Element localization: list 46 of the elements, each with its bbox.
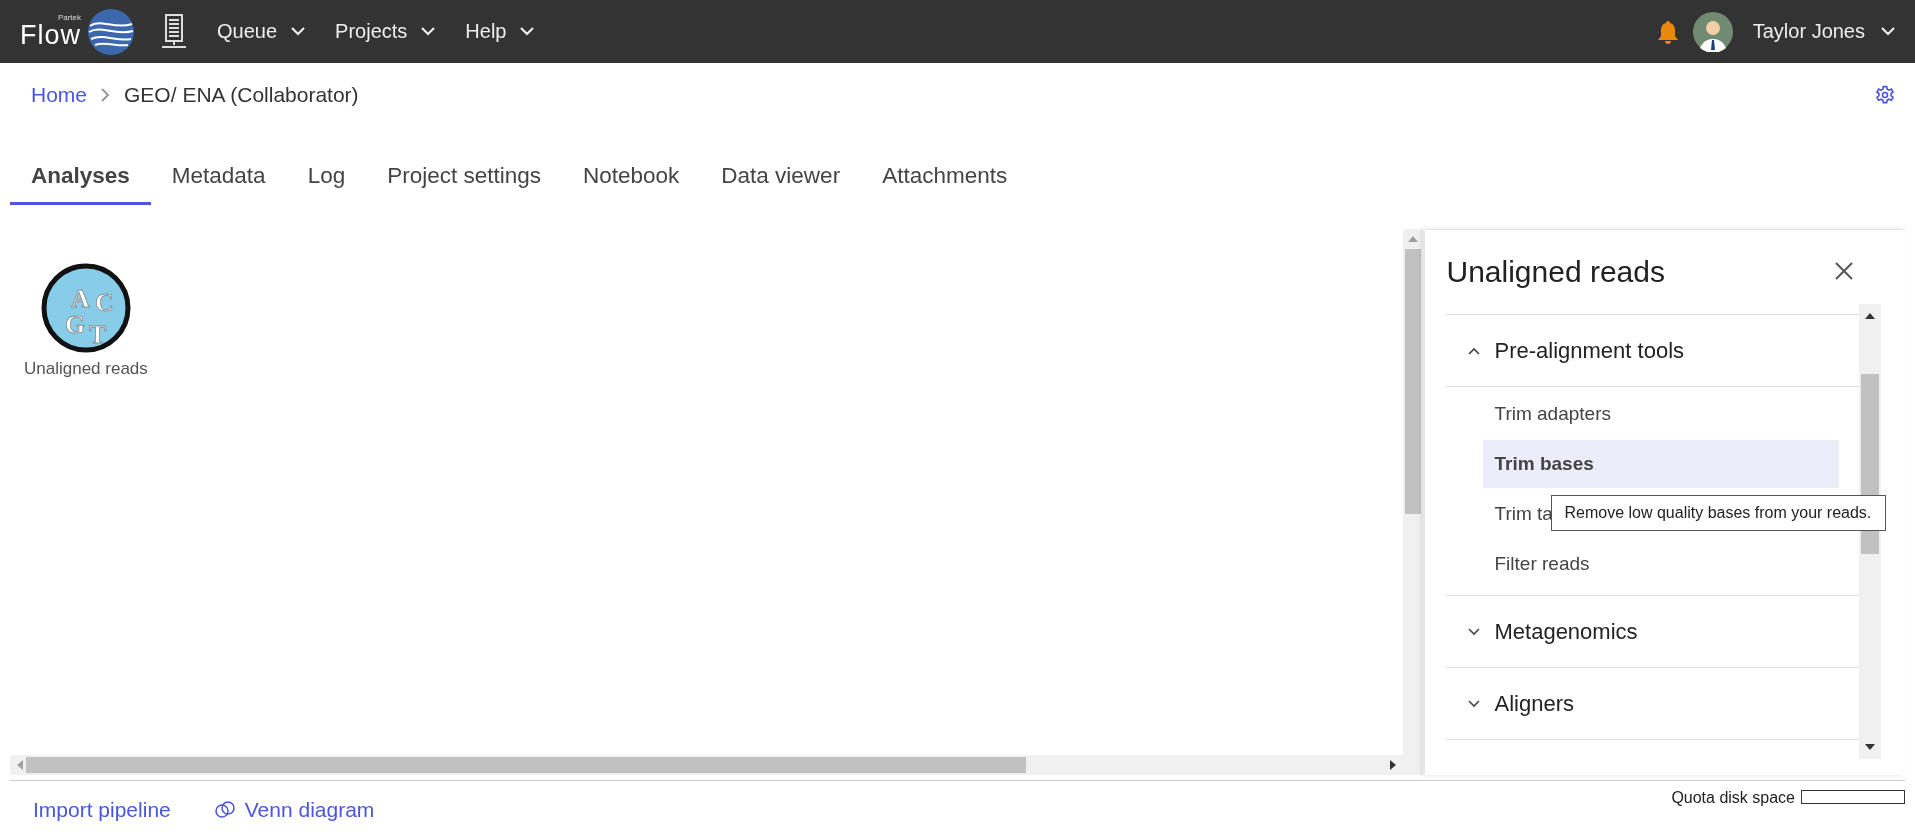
horizontal-scrollbar[interactable] (10, 755, 1404, 775)
venn-icon (214, 801, 235, 819)
user-menu[interactable]: Taylor Jones (1752, 20, 1895, 43)
tab[interactable]: Analyses (10, 149, 151, 205)
tool-item[interactable]: Filter reads (1483, 539, 1839, 589)
tab[interactable]: Notebook (562, 149, 701, 205)
wave-logo-icon (87, 7, 135, 56)
footer-link[interactable]: Venn diagram (214, 798, 375, 822)
nav-menu[interactable]: Projects (335, 16, 436, 47)
chevron-down-icon (421, 27, 436, 36)
footer-link[interactable]: Import pipeline (33, 798, 171, 822)
node-label: Unaligned reads (24, 359, 148, 379)
nav-menu[interactable]: Queue (217, 16, 306, 47)
close-icon (1835, 261, 1853, 280)
quota-label: Quota disk space (1671, 789, 1795, 807)
nav-menu[interactable]: Help (465, 16, 535, 47)
tab[interactable]: Project settings (366, 149, 562, 205)
chevron-down-icon (1468, 699, 1481, 708)
tab[interactable]: Log (286, 149, 367, 205)
tool-item[interactable]: Trim bases (1483, 440, 1839, 488)
breadcrumb-current: GEO/ ENA (Collaborator) (124, 83, 359, 107)
chevron-down-icon (1468, 627, 1481, 636)
scroll-down-icon[interactable] (1865, 743, 1875, 751)
chevron-down-icon (520, 27, 535, 36)
tab[interactable]: Attachments (861, 149, 1029, 205)
scroll-up-icon[interactable] (1865, 312, 1875, 320)
chevron-up-icon (1468, 346, 1481, 355)
panel-title: Unaligned reads (1446, 255, 1665, 289)
tab[interactable]: Data viewer (700, 149, 862, 205)
scrollbar-thumb[interactable] (26, 757, 1026, 773)
vertical-scrollbar[interactable] (1403, 229, 1424, 755)
breadcrumb-link[interactable]: Home (31, 83, 88, 107)
logo-subtitle: Partek (57, 14, 81, 22)
chevron-down-icon (1881, 27, 1895, 36)
settings-icon[interactable] (1875, 85, 1895, 105)
avatar-icon[interactable] (1692, 11, 1733, 52)
scrollbar-thumb[interactable] (1405, 249, 1422, 514)
tab[interactable]: Metadata (150, 149, 287, 205)
server-icon[interactable] (161, 13, 187, 50)
scroll-right-icon[interactable] (1389, 760, 1398, 770)
bell-icon[interactable] (1656, 19, 1679, 44)
chevron-down-icon (291, 27, 306, 36)
tooltip: Remove low quality bases from your reads. (1551, 495, 1887, 531)
tool-item[interactable]: Trim adapters (1483, 389, 1839, 439)
chevron-right-icon (101, 88, 111, 102)
logo-text: Flow (20, 22, 81, 49)
